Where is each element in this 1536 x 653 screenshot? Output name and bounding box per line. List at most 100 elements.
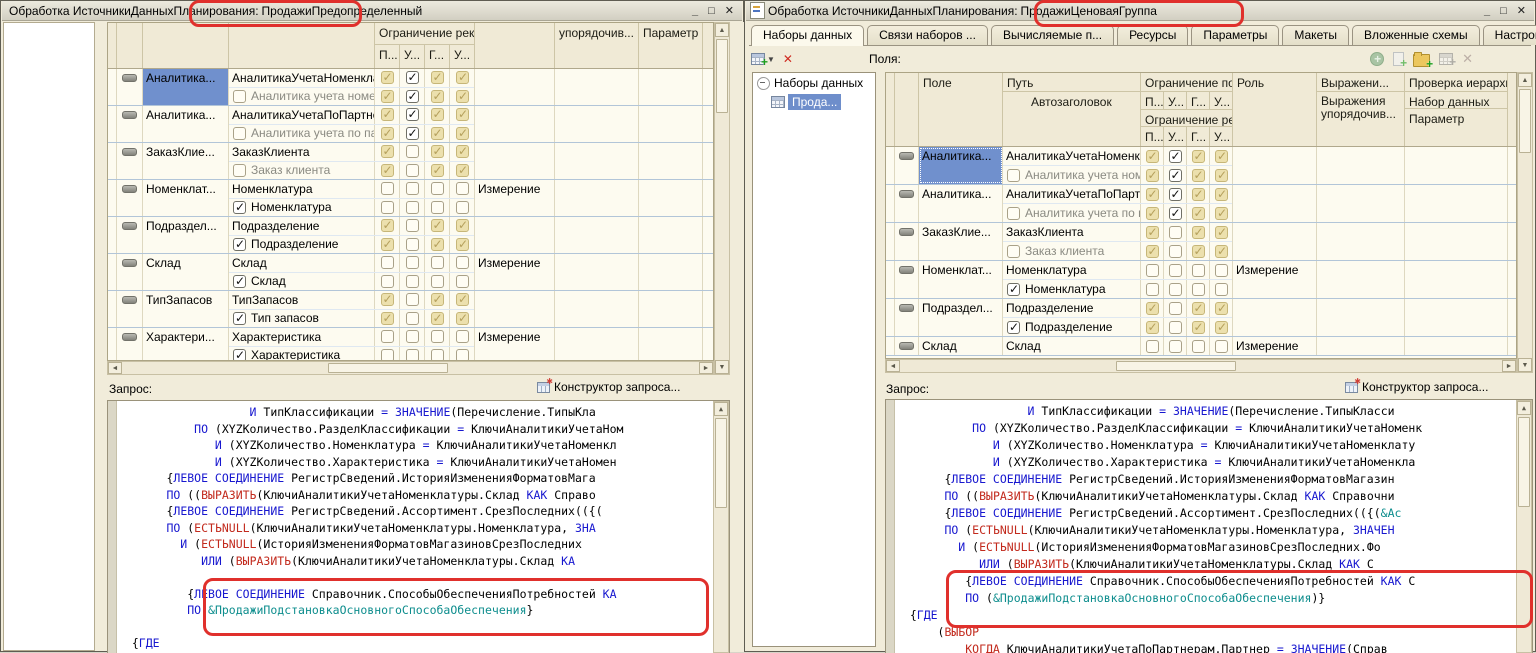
table-row[interactable]: Номенклат...НоменклатураНоменклатураИзме…	[108, 180, 713, 217]
restriction-cell[interactable]	[400, 310, 425, 328]
restriction-cell[interactable]	[450, 273, 475, 291]
checkbox-auto-checked[interactable]	[1215, 302, 1228, 315]
restriction-cell[interactable]	[400, 143, 425, 161]
path-cell[interactable]: ЗаказКлиента	[229, 143, 375, 161]
fields-horizontal-scrollbar[interactable]	[107, 361, 714, 375]
restriction-cell[interactable]	[375, 236, 400, 254]
checkbox-auto-checked[interactable]	[1192, 245, 1205, 258]
header-parameter[interactable]: Параметр	[639, 23, 702, 68]
restriction-cell[interactable]	[450, 125, 475, 143]
restriction-cell[interactable]	[450, 88, 475, 106]
header-field-restriction[interactable]: Ограничение поля	[1141, 73, 1232, 92]
checkbox-auto-checked[interactable]	[1215, 169, 1228, 182]
header-field[interactable]: Поле	[919, 73, 1002, 146]
autotitle-checkbox[interactable]	[233, 312, 246, 325]
checkbox-auto-checked[interactable]	[381, 312, 394, 325]
table-row[interactable]: Аналитика...АналитикаУчетаПоПартне...Ана…	[886, 185, 1516, 223]
restriction-cell[interactable]	[1187, 261, 1210, 279]
autotitle-checkbox[interactable]	[1007, 321, 1020, 334]
table-row[interactable]: Характери...ХарактеристикаХарактеристика…	[108, 328, 713, 361]
autotitle-checkbox[interactable]	[1007, 169, 1020, 182]
restriction-cell[interactable]	[375, 69, 400, 87]
row-selector-cell[interactable]	[108, 180, 117, 216]
field-cell[interactable]: Склад	[143, 254, 229, 290]
restriction-cell[interactable]	[1210, 261, 1233, 279]
checkbox-auto-checked[interactable]	[456, 145, 469, 158]
checkbox-unchecked[interactable]	[456, 182, 469, 195]
table-row[interactable]: СкладСкладСкладИзмерение	[108, 254, 713, 291]
autotitle-checkbox[interactable]	[233, 201, 246, 214]
checkbox-unchecked[interactable]	[381, 256, 394, 269]
restriction-cell[interactable]	[425, 291, 450, 309]
path-cell[interactable]: Подразделение	[1003, 299, 1141, 317]
scroll-left-button[interactable]	[886, 360, 900, 372]
checkbox-unchecked[interactable]	[1169, 264, 1182, 277]
close-button[interactable]: ✕	[725, 2, 734, 20]
autotitle-cell[interactable]: Тип запасов	[229, 310, 375, 328]
fields-vertical-scrollbar[interactable]	[714, 22, 730, 375]
header-check-col-3[interactable]: Г...	[425, 45, 450, 68]
path-cell[interactable]: АналитикаУчетаПоПартне...	[229, 106, 375, 124]
restriction-cell[interactable]	[375, 106, 400, 124]
restriction-cell[interactable]	[375, 162, 400, 180]
row-selector-cell[interactable]	[108, 254, 117, 290]
maximize-button[interactable]: □	[1500, 2, 1507, 20]
checkbox-auto-checked[interactable]	[456, 108, 469, 121]
role-cell[interactable]	[1233, 223, 1317, 260]
autotitle-checkbox[interactable]	[233, 127, 246, 140]
query-vertical-scrollbar[interactable]	[1516, 400, 1532, 653]
query-text-area[interactable]: И ТипКлассификации = ЗНАЧЕНИЕ(Перечислен…	[107, 400, 730, 653]
expression-cell[interactable]	[555, 254, 639, 290]
query-builder-link[interactable]: Конструктор запроса...	[537, 380, 680, 394]
restriction-cell[interactable]	[450, 236, 475, 254]
restriction-cell[interactable]	[450, 291, 475, 309]
row-selector-cell[interactable]	[108, 291, 117, 327]
restriction-cell[interactable]	[425, 273, 450, 291]
path-cell[interactable]: ТипЗапасов	[229, 291, 375, 309]
header-check-col-4[interactable]: У...	[450, 45, 475, 68]
checkbox-checked[interactable]	[1169, 169, 1182, 182]
restriction-cell[interactable]	[1210, 166, 1233, 184]
checkbox-auto-checked[interactable]	[431, 127, 444, 140]
role-cell[interactable]	[475, 69, 555, 105]
restriction-cell[interactable]	[450, 328, 475, 346]
autotitle-cell[interactable]: Аналитика учета по па...	[1003, 204, 1141, 222]
row-selector-cell[interactable]	[886, 147, 895, 184]
path-cell[interactable]: Номенклатура	[1003, 261, 1141, 279]
restriction-cell[interactable]	[375, 125, 400, 143]
checkbox-unchecked[interactable]	[456, 349, 469, 361]
query-builder-link[interactable]: Конструктор запроса...	[1345, 380, 1488, 394]
restriction-cell[interactable]	[450, 106, 475, 124]
autotitle-checkbox[interactable]	[233, 349, 246, 361]
checkbox-unchecked[interactable]	[381, 330, 394, 343]
restriction-cell[interactable]	[1187, 242, 1210, 260]
restriction-cell[interactable]	[450, 69, 475, 87]
restriction-cell[interactable]	[450, 254, 475, 272]
restriction-cell[interactable]	[400, 347, 425, 362]
autotitle-cell[interactable]: Аналитика учета номе...	[1003, 166, 1141, 184]
field-cell[interactable]: Подраздел...	[919, 299, 1003, 336]
checkbox-checked[interactable]	[1169, 188, 1182, 201]
hierarchy-cell[interactable]	[639, 254, 703, 290]
checkbox-auto-checked[interactable]	[1192, 169, 1205, 182]
checkbox-unchecked[interactable]	[381, 182, 394, 195]
restriction-cell[interactable]	[400, 88, 425, 106]
table-row[interactable]: Подраздел...ПодразделениеПодразделение	[108, 217, 713, 254]
restriction-cell[interactable]	[1210, 318, 1233, 336]
checkbox-auto-checked[interactable]	[456, 127, 469, 140]
checkbox-unchecked[interactable]	[406, 182, 419, 195]
restriction-cell[interactable]	[375, 291, 400, 309]
restriction-cell[interactable]	[1187, 299, 1210, 317]
checkbox-auto-checked[interactable]	[431, 71, 444, 84]
checkbox-checked[interactable]	[406, 90, 419, 103]
role-cell[interactable]: Измерение	[475, 254, 555, 290]
checkbox-auto-checked[interactable]	[1215, 188, 1228, 201]
autotitle-checkbox[interactable]	[233, 164, 246, 177]
fields-vertical-scrollbar[interactable]	[1517, 72, 1533, 373]
restriction-cell[interactable]	[1187, 337, 1210, 355]
checkbox-unchecked[interactable]	[1146, 264, 1159, 277]
field-cell[interactable]: Номенклат...	[919, 261, 1003, 298]
autotitle-cell[interactable]: Номенклатура	[1003, 280, 1141, 298]
header-expression-full[interactable]: Выражения упорядочив...	[1317, 92, 1404, 146]
checkbox-auto-checked[interactable]	[1215, 150, 1228, 163]
